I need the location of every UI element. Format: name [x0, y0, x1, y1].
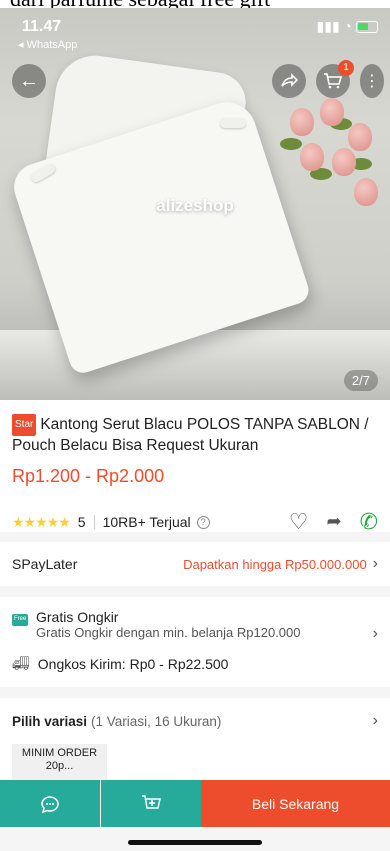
spaylater-row[interactable]: SPayLater Dapatkan hingga Rp50.000.000 › [0, 542, 390, 586]
product-price: Rp1.200 - Rp2.000 [12, 466, 165, 486]
more-button[interactable]: ⋮ [360, 64, 384, 98]
chevron-right-icon: › [372, 555, 378, 572]
shop-watermark: alizeshop [156, 196, 234, 215]
home-indicator-area [0, 827, 390, 851]
back-button[interactable]: ← [12, 64, 46, 98]
product-title: Star Kantong Serut Blacu POLOS TANPA SABL… [12, 414, 378, 456]
spaylater-label: SPayLater [12, 556, 78, 572]
product-title-text: Kantong Serut Blacu POLOS TANPA SABLON /… [12, 416, 369, 454]
rating-stars: ★★★★★ [12, 513, 71, 530]
shipping-section[interactable]: Gratis Ongkir Gratis Ongkir dengan min. … [0, 597, 390, 687]
heart-icon[interactable]: ♡ [289, 509, 309, 535]
free-shipping-subtitle: Gratis Ongkir dengan min. belanja Rp120.… [36, 625, 301, 640]
share-icon[interactable]: ➦ [326, 511, 341, 535]
bottom-action-bar: Beli Sekarang [0, 780, 390, 827]
image-page-indicator: 2/7 [343, 370, 378, 391]
spaylater-promo: Dapatkan hingga Rp50.000.000 [183, 556, 367, 572]
action-icons: ♡ ➦ ✆ [289, 509, 378, 535]
back-to-app-link[interactable]: ◂ WhatsApp [18, 38, 77, 51]
signal-icon: ▮▮▮ ◔ [316, 18, 352, 34]
divider [93, 515, 95, 529]
variation-row: Pilih variasi (1 Variasi, 16 Ukuran) › [12, 712, 378, 730]
arrow-left-icon: ← [19, 69, 39, 92]
whatsapp-icon[interactable]: ✆ [360, 509, 378, 535]
chevron-right-icon: › [372, 712, 378, 729]
share-icon [281, 73, 298, 87]
share-button[interactable] [272, 64, 306, 98]
add-to-cart-button[interactable] [101, 780, 201, 827]
chevron-right-icon: › [372, 625, 378, 642]
home-indicator[interactable] [128, 840, 262, 845]
shipping-cost: Ongkos Kirim: Rp0 - Rp22.500 [37, 655, 229, 672]
free-shipping-title: Gratis Ongkir [36, 609, 119, 625]
help-icon[interactable]: ? [196, 515, 210, 529]
image-surface [0, 330, 390, 400]
battery-icon [356, 21, 378, 33]
status-bar: 11.47 ◂ WhatsApp ▮▮▮ ◔ [0, 12, 390, 52]
variation-section[interactable]: Pilih variasi (1 Variasi, 16 Ukuran) › M… [0, 698, 390, 784]
free-shipping-icon [12, 614, 28, 626]
variation-label: Pilih variasi [12, 713, 88, 729]
shipping-cost-row: 🚚︎ Ongkos Kirim: Rp0 - Rp22.500 [12, 655, 378, 672]
chat-icon [41, 795, 59, 813]
cropped-caption-text: dari parfume sebagai free gift [0, 0, 390, 8]
free-shipping-row: Gratis Ongkir Gratis Ongkir dengan min. … [12, 609, 378, 643]
variation-count: (1 Variasi, 16 Ukuran) [91, 713, 222, 729]
more-vertical-icon: ⋮ [364, 73, 380, 90]
drawstring [220, 118, 246, 128]
variation-chip[interactable]: MINIM ORDER 20p... [12, 744, 107, 784]
buy-now-button[interactable]: Beli Sekarang [201, 780, 390, 827]
rating-value: 5 [77, 514, 86, 530]
truck-icon: 🚚︎ [12, 655, 30, 671]
add-to-cart-icon [142, 794, 161, 809]
cart-count-badge: 1 [338, 60, 354, 76]
cart-button[interactable]: 1 [316, 60, 354, 98]
product-info: Star Kantong Serut Blacu POLOS TANPA SABL… [0, 400, 390, 535]
clock: 11.47 [22, 18, 62, 35]
rating-row: ★★★★★ 5 10RB+ Terjual ? ♡ ➦ ✆ [12, 509, 378, 535]
star-badge: Star [12, 414, 37, 436]
chat-button[interactable] [0, 780, 100, 827]
sold-count: 10RB+ Terjual [102, 514, 191, 530]
